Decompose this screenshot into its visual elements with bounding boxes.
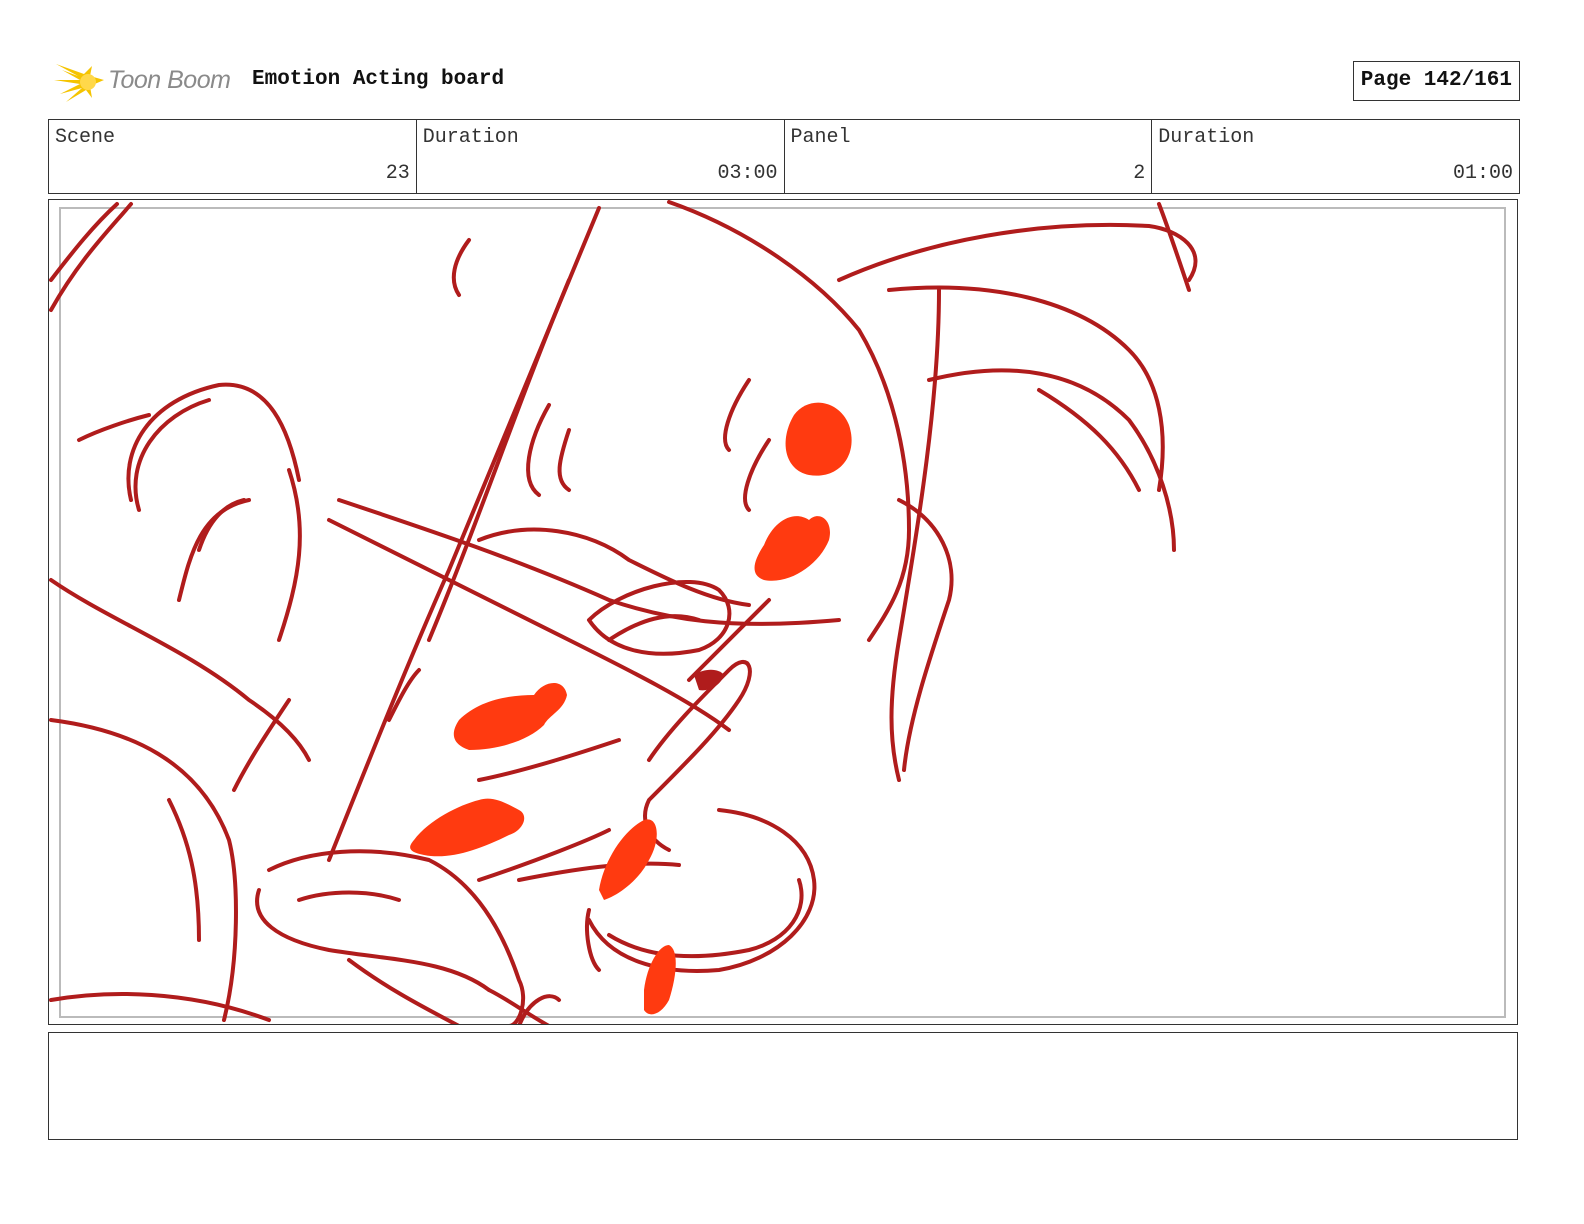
scene-duration-value: 03:00 bbox=[717, 162, 778, 185]
burst-icon bbox=[54, 64, 104, 102]
scene-duration-label: Duration bbox=[422, 126, 519, 149]
logo-text: Toon Boom bbox=[108, 66, 231, 94]
board-title: Emotion Acting board bbox=[252, 68, 505, 91]
scene-duration-cell: Duration 03:00 bbox=[417, 120, 785, 193]
panel-value: 2 bbox=[1133, 162, 1146, 185]
scene-cell: Scene 23 bbox=[49, 120, 417, 193]
panel-cell: Panel 2 bbox=[785, 120, 1153, 193]
storyboard-header: Toon Boom Emotion Acting board Page 142/… bbox=[48, 56, 1520, 106]
panel-label: Panel bbox=[790, 126, 851, 149]
panel-duration-label: Duration bbox=[1158, 126, 1255, 149]
scene-value: 23 bbox=[385, 162, 410, 185]
panel-info-table: Scene 23 Duration 03:00 Panel 2 Duration… bbox=[48, 119, 1520, 194]
panel-image-frame bbox=[48, 199, 1518, 1025]
storyboard-sketch bbox=[49, 200, 1198, 1024]
toon-boom-logo: Toon Boom bbox=[52, 58, 242, 104]
panel-duration-value: 01:00 bbox=[1452, 162, 1513, 185]
panel-duration-cell: Duration 01:00 bbox=[1152, 120, 1519, 193]
panel-notes-box bbox=[48, 1032, 1518, 1140]
scene-label: Scene bbox=[55, 126, 116, 149]
page-indicator: Page 142/161 bbox=[1352, 61, 1520, 101]
